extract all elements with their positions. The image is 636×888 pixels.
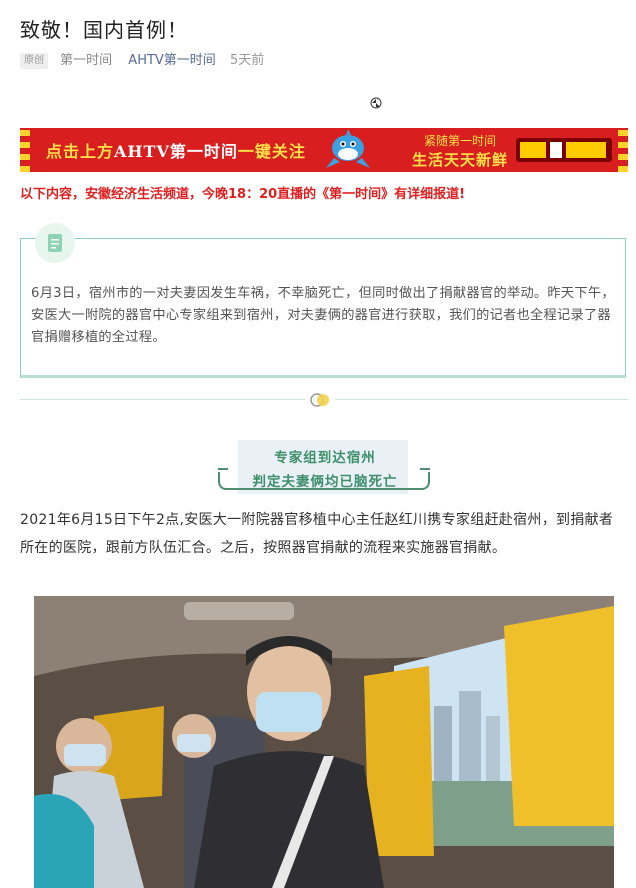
banner-slogan: 紧随第一时间 生活天天新鲜 xyxy=(412,134,509,169)
original-tag: 原创 xyxy=(20,52,48,69)
follow-banner[interactable]: 点击上方AHTV第一时间一键关注 紧随第一时间 生活天天新鲜 xyxy=(20,128,628,172)
article-title: 致敬！国内首例！ xyxy=(20,18,188,42)
dolphin-mascot-icon xyxy=(326,129,370,168)
article-meta: 原创 第一时间 AHTV第一时间 5天前 xyxy=(20,52,264,70)
article-photo[interactable] xyxy=(34,596,614,888)
heading-line-2: 判定夫妻俩均已脑死亡 xyxy=(252,474,398,490)
source-time: 第一时间 xyxy=(60,53,113,68)
heading-line-1: 专家组到达宿州 xyxy=(274,450,376,466)
ring-icon xyxy=(305,390,335,410)
publish-time: 5天前 xyxy=(229,53,265,68)
section-heading: 专家组到达宿州 判定夫妻俩均已脑死亡 xyxy=(218,440,432,494)
broadcast-notice: 以下内容，安徽经济生活频道，今晚18：20直播的《第一时间》有详细报道! xyxy=(20,187,466,202)
body-paragraph: 2021年6月15日下午2点,安医大一附院器官移植中心主任赵红川携专家组赶赴宿州… xyxy=(20,512,614,556)
summary-box: 6月3日，宿州市的一对夫妻因发生车祸，不幸脑死亡，但同时做出了捐献器官的举动。昨… xyxy=(20,223,626,378)
banner-follow-text: 点击上方AHTV第一时间一键关注 xyxy=(46,142,306,161)
program-logo-icon xyxy=(516,138,612,162)
small-gif-icon xyxy=(370,97,382,109)
summary-badge xyxy=(35,223,75,263)
account-link[interactable]: AHTV第一时间 xyxy=(128,53,216,68)
summary-text: 6月3日，宿州市的一对夫妻因发生车祸，不幸脑死亡，但同时做出了捐献器官的举动。昨… xyxy=(31,286,615,345)
document-icon xyxy=(48,234,62,252)
banner-stripe-right xyxy=(618,128,628,172)
banner-stripe-left xyxy=(20,128,30,172)
